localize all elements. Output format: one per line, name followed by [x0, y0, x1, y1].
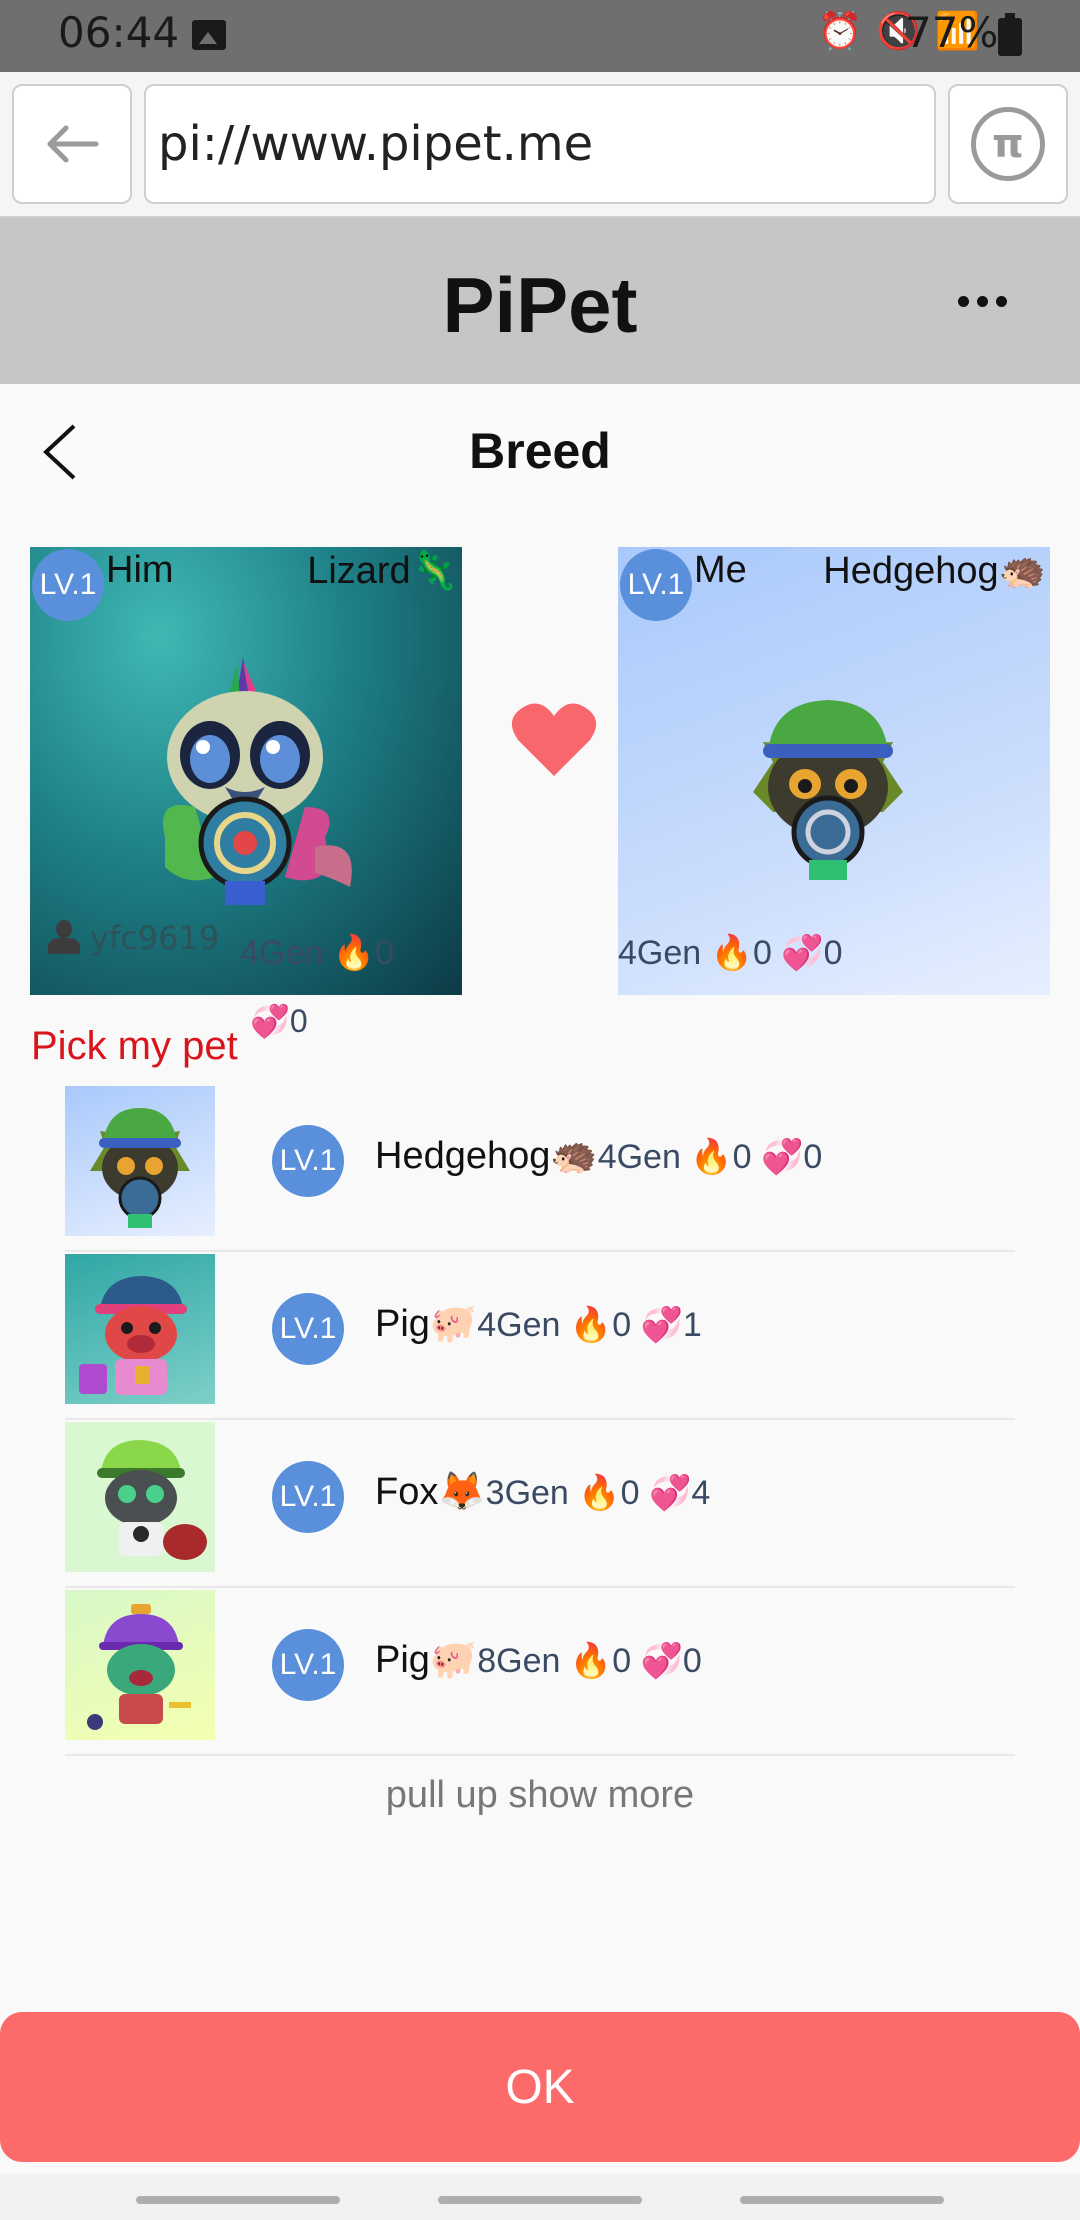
- alarm-icon: ⏰: [817, 11, 863, 52]
- nav-home-indicator[interactable]: [438, 2196, 642, 2204]
- pet-list: LV.1 Hedgehog🦔4Gen 🔥0 💞0 LV.1 Pig🐖4Gen 🔥…: [65, 1084, 1015, 1756]
- card-species-label: Lizard🦎: [307, 550, 458, 592]
- level-badge: LV.1: [272, 1461, 344, 1533]
- pet-name: Pig🐖: [375, 1303, 478, 1345]
- pet-info: Hedgehog🦔4Gen 🔥0 💞0: [375, 1134, 822, 1178]
- heart-icon: [511, 703, 597, 776]
- page-nav: Breed: [0, 384, 1080, 514]
- level-badge: LV.1: [272, 1125, 344, 1197]
- pet-info: Pig🐖4Gen 🔥0 💞1: [375, 1302, 702, 1346]
- pick-my-pet-label: Pick my pet: [31, 1024, 238, 1068]
- my-pet-card[interactable]: LV.1 Me Hedgehog🦔 4Gen 🔥0 💞0: [618, 547, 1050, 995]
- battery-percent: 77%: [905, 8, 999, 57]
- app-header: PiPet: [0, 218, 1080, 384]
- pet-stats: 3Gen 🔥0 💞4: [485, 1474, 711, 1512]
- pet-info: Fox🦊3Gen 🔥0 💞4: [375, 1470, 710, 1514]
- url-field[interactable]: pi://www.pipet.me: [144, 84, 936, 204]
- browser-bar: pi://www.pipet.me π: [0, 72, 1080, 218]
- owner-info: yfc9619: [46, 919, 219, 957]
- level-badge: LV.1: [272, 1293, 344, 1365]
- pet-stats: 4Gen 🔥0 💞0: [597, 1138, 823, 1176]
- partner-extra-stat: 💞0: [250, 1003, 308, 1039]
- system-nav-bar: [0, 2174, 1080, 2220]
- card-species-label: Hedgehog🦔: [823, 550, 1046, 592]
- ok-button[interactable]: OK: [0, 2012, 1080, 2162]
- pi-browser-button[interactable]: π: [948, 84, 1068, 204]
- card-stats: 4Gen 🔥0: [240, 934, 394, 972]
- pet-thumbnail: [65, 1086, 215, 1236]
- browser-back-button[interactable]: [12, 84, 132, 204]
- pet-stats: 4Gen 🔥0 💞1: [477, 1306, 702, 1344]
- list-item[interactable]: LV.1 Fox🦊3Gen 🔥0 💞4: [65, 1420, 1015, 1588]
- nav-recents-indicator[interactable]: [740, 2196, 944, 2204]
- lizard-pet-image: [163, 657, 352, 905]
- owner-name: yfc9619: [90, 919, 220, 957]
- pi-icon: π: [971, 107, 1045, 181]
- partner-pet-card[interactable]: LV.1 Him Lizard🦎 yfc9619 4Gen 🔥0: [30, 547, 462, 995]
- card-role-label: Me: [694, 549, 747, 591]
- battery-icon: [998, 13, 1022, 56]
- status-bar: 06:44 ⏰ 🔇 📶 77%: [0, 0, 1080, 72]
- app-title: PiPet: [442, 261, 638, 349]
- pet-thumbnail: [65, 1422, 215, 1572]
- pet-thumbnail: [65, 1590, 215, 1740]
- level-badge: LV.1: [620, 549, 692, 621]
- list-item[interactable]: LV.1 Pig🐖8Gen 🔥0 💞0: [65, 1588, 1015, 1756]
- page-title: Breed: [469, 423, 611, 479]
- level-badge: LV.1: [32, 549, 104, 621]
- user-icon: [46, 920, 82, 956]
- pet-name: Hedgehog🦔: [375, 1135, 598, 1177]
- pet-stats: 8Gen 🔥0 💞0: [477, 1642, 702, 1680]
- card-role-label: Him: [106, 549, 174, 591]
- status-time: 06:44: [58, 8, 180, 57]
- card-stats: 4Gen 🔥0 💞0: [618, 934, 843, 972]
- list-item[interactable]: LV.1 Pig🐖4Gen 🔥0 💞1: [65, 1252, 1015, 1420]
- pet-thumbnail: [65, 1254, 215, 1404]
- list-item[interactable]: LV.1 Hedgehog🦔4Gen 🔥0 💞0: [65, 1084, 1015, 1252]
- pet-name: Pig🐖: [375, 1639, 478, 1681]
- pet-info: Pig🐖8Gen 🔥0 💞0: [375, 1638, 702, 1682]
- more-menu-icon[interactable]: [958, 296, 1007, 307]
- arrow-left-icon: [47, 125, 99, 163]
- hedgehog-pet-image: [753, 700, 903, 880]
- nav-back-indicator[interactable]: [136, 2196, 340, 2204]
- pet-name: Fox🦊: [375, 1471, 486, 1513]
- level-badge: LV.1: [272, 1629, 344, 1701]
- gallery-icon: [192, 20, 226, 50]
- load-more-hint: pull up show more: [385, 1774, 695, 1816]
